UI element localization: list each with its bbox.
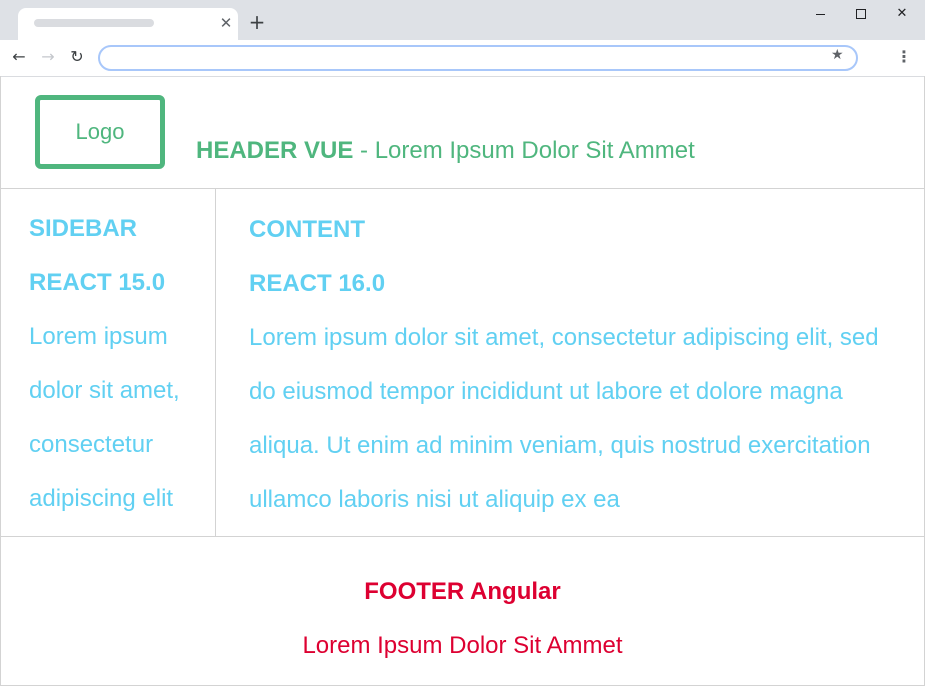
browser-tab[interactable]: ✕ bbox=[18, 8, 238, 40]
footer-text: Lorem Ipsum Dolor Sit Ammet bbox=[302, 632, 623, 659]
sidebar: SIDEBAR REACT 15.0 Lorem ipsum dolor sit… bbox=[1, 189, 216, 536]
browser-window: ✕ + ✕ ← → ↻ ★ ⋮ Logo HEADER VUE - Lorem … bbox=[0, 0, 925, 686]
content-title: CONTENT bbox=[249, 216, 365, 243]
tab-title-placeholder bbox=[34, 19, 154, 27]
sidebar-subtitle: REACT 15.0 bbox=[29, 269, 166, 296]
sidebar-title: SIDEBAR bbox=[29, 215, 138, 242]
browser-toolbar: ← → ↻ ★ ⋮ bbox=[0, 40, 925, 77]
minimize-icon bbox=[816, 14, 825, 15]
new-tab-icon[interactable]: + bbox=[247, 12, 267, 32]
maximize-icon bbox=[856, 9, 866, 19]
header-title-rest: - Lorem Ipsum Dolor Sit Ammet bbox=[353, 137, 695, 164]
content-body-text: Lorem ipsum dolor sit amet, consectetur … bbox=[249, 324, 879, 513]
forward-arrow-icon[interactable]: → bbox=[37, 46, 59, 68]
main-content: CONTENT REACT 16.0 Lorem ipsum dolor sit… bbox=[216, 189, 924, 536]
minimize-button[interactable] bbox=[808, 4, 832, 24]
page-footer: FOOTER Angular Lorem Ipsum Dolor Sit Amm… bbox=[1, 536, 924, 686]
back-arrow-icon[interactable]: ← bbox=[8, 46, 30, 68]
header-title: HEADER VUE - Lorem Ipsum Dolor Sit Ammet bbox=[196, 136, 695, 166]
bookmark-star-icon[interactable]: ★ bbox=[831, 45, 844, 65]
address-bar[interactable] bbox=[98, 45, 858, 71]
maximize-button[interactable] bbox=[849, 4, 873, 24]
tab-close-icon[interactable]: ✕ bbox=[218, 14, 234, 32]
page-viewport: Logo HEADER VUE - Lorem Ipsum Dolor Sit … bbox=[0, 76, 925, 686]
page-header: Logo HEADER VUE - Lorem Ipsum Dolor Sit … bbox=[1, 76, 924, 189]
content-subtitle: REACT 16.0 bbox=[249, 270, 386, 297]
header-title-strong: HEADER VUE bbox=[196, 137, 354, 164]
browser-menu-icon[interactable]: ⋮ bbox=[894, 47, 914, 67]
reload-icon[interactable]: ↻ bbox=[66, 46, 88, 68]
sidebar-body-text: Lorem ipsum dolor sit amet, consectetur … bbox=[29, 323, 180, 512]
logo[interactable]: Logo bbox=[35, 95, 165, 169]
tab-strip: ✕ + ✕ bbox=[0, 0, 925, 40]
footer-title: FOOTER Angular bbox=[364, 578, 561, 605]
window-close-icon[interactable]: ✕ bbox=[890, 4, 914, 24]
